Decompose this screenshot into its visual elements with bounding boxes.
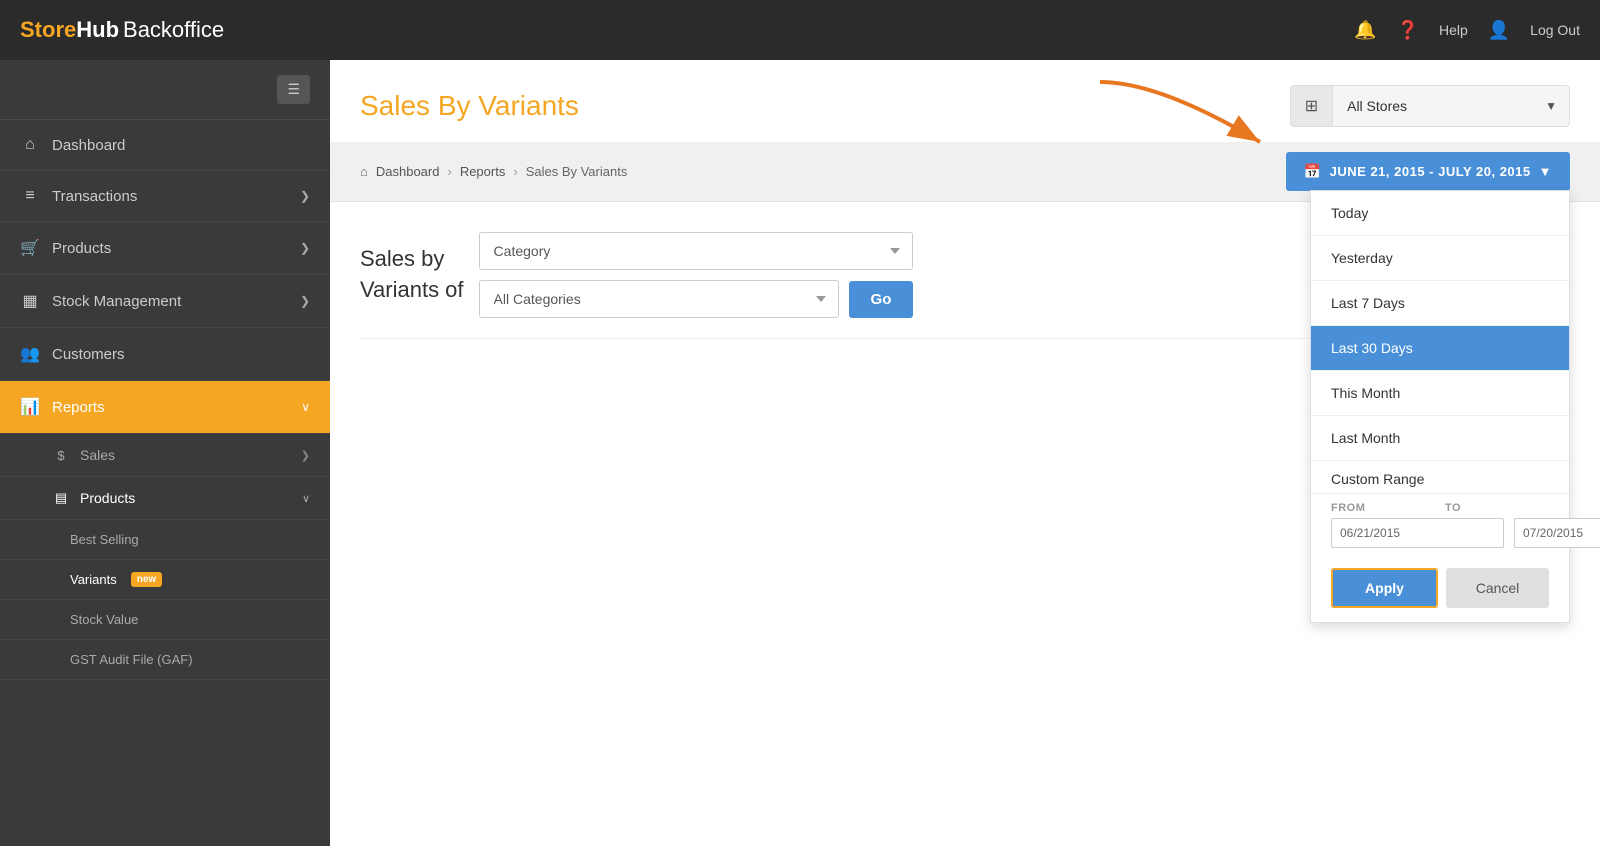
store-icon: ⊞	[1291, 86, 1333, 126]
stockvalue-label: Stock Value	[70, 612, 138, 627]
chevron-right-icon: ❯	[300, 241, 310, 255]
top-nav: StoreHub Backoffice 🔔 ❓ Help 👤 Log Out	[0, 0, 1600, 60]
date-to-input[interactable]	[1514, 518, 1600, 548]
breadcrumb-home-icon: ⌂	[360, 164, 368, 179]
from-label: FROM	[1331, 502, 1435, 514]
page-title: Sales By Variants	[360, 90, 579, 122]
date-dropdown: Today Yesterday Last 7 Days Last 30 Days…	[1310, 190, 1570, 623]
sidebar-item-bestselling[interactable]: Best Selling	[0, 520, 330, 560]
breadcrumb-sep-1: ›	[447, 164, 451, 179]
user-icon: 👤	[1488, 20, 1510, 41]
all-categories-select[interactable]: All Categories Category 1 Category 2	[479, 280, 839, 318]
chevron-down-icon: ∨	[302, 492, 310, 505]
filter-label-line2: Variants of	[360, 275, 464, 306]
sidebar-toggle-button[interactable]: ☰	[277, 75, 310, 104]
notification-icon[interactable]: 🔔	[1354, 20, 1376, 41]
cancel-button[interactable]: Cancel	[1446, 568, 1549, 608]
date-labels: FROM TO	[1331, 502, 1549, 514]
date-range-label: JUNE 21, 2015 - JULY 20, 2015	[1330, 164, 1531, 179]
sidebar-item-sales[interactable]: $ Sales ❯	[0, 434, 330, 477]
sidebar-item-stock[interactable]: ▦ Stock Management ❯	[0, 275, 330, 328]
top-nav-right: 🔔 ❓ Help 👤 Log Out	[1354, 20, 1580, 41]
go-button[interactable]: Go	[849, 281, 914, 318]
brand-store: Store	[20, 17, 76, 43]
chevron-down-icon: ▼	[1533, 89, 1569, 123]
bestselling-label: Best Selling	[70, 532, 139, 547]
help-icon[interactable]: ❓	[1397, 20, 1419, 41]
sidebar: ☰ ⌂ Dashboard ≡ Transactions ❯ 🛒 Product…	[0, 60, 330, 846]
category-select[interactable]: Category Food & Beverage Electronics Clo…	[479, 232, 914, 270]
date-option-today[interactable]: Today	[1311, 191, 1569, 236]
sidebar-item-label: Reports	[52, 399, 289, 416]
sidebar-item-customers[interactable]: 👥 Customers	[0, 328, 330, 381]
date-option-last7[interactable]: Last 7 Days	[1311, 281, 1569, 326]
sidebar-item-variants[interactable]: Variants new	[0, 560, 330, 600]
home-icon: ⌂	[20, 136, 40, 154]
stock-icon: ▦	[20, 291, 40, 311]
sidebar-item-label: Customers	[52, 346, 310, 363]
dollar-icon: $	[52, 448, 70, 463]
chevron-right-icon: ❯	[301, 449, 310, 462]
filter-label-line1: Sales by	[360, 244, 464, 275]
sidebar-item-reports[interactable]: 📊 Reports ∨	[0, 381, 330, 434]
sidebar-item-products[interactable]: 🛒 Products ❯	[0, 222, 330, 275]
chevron-down-icon: ▼	[1539, 164, 1552, 179]
sidebar-item-transactions[interactable]: ≡ Transactions ❯	[0, 171, 330, 222]
brand-backoffice: Backoffice	[123, 17, 224, 43]
filter-label: Sales by Variants of	[360, 244, 464, 306]
main-layout: ☰ ⌂ Dashboard ≡ Transactions ❯ 🛒 Product…	[0, 60, 1600, 846]
brand: StoreHub Backoffice	[20, 17, 224, 43]
date-custom-fields	[1331, 518, 1549, 548]
doc-icon: ▤	[52, 490, 70, 506]
breadcrumb-sep-2: ›	[513, 164, 517, 179]
brand-hub: Hub	[76, 17, 119, 43]
new-badge: new	[131, 572, 162, 587]
chevron-down-icon: ∨	[301, 400, 310, 414]
sidebar-item-label: Dashboard	[52, 137, 310, 154]
calendar-icon: 📅	[1304, 163, 1322, 180]
content-area: Sales By Variants ⊞ All Stores Store 1 S…	[330, 60, 1600, 846]
date-option-yesterday[interactable]: Yesterday	[1311, 236, 1569, 281]
sidebar-subitem-label: Products	[80, 490, 135, 506]
date-picker-button[interactable]: 📅 JUNE 21, 2015 - JULY 20, 2015 ▼	[1286, 152, 1570, 191]
variants-label: Variants	[70, 572, 117, 587]
chevron-right-icon: ❯	[300, 189, 310, 203]
breadcrumb: ⌂ Dashboard › Reports › Sales By Variant…	[360, 164, 627, 179]
sidebar-item-gst[interactable]: GST Audit File (GAF)	[0, 640, 330, 680]
sidebar-item-label: Transactions	[52, 188, 288, 205]
date-option-last30[interactable]: Last 30 Days	[1311, 326, 1569, 371]
date-option-lastmonth[interactable]: Last Month	[1311, 416, 1569, 461]
sidebar-item-label: Stock Management	[52, 293, 288, 310]
logout-link[interactable]: Log Out	[1530, 22, 1580, 38]
date-custom-inputs: FROM TO	[1311, 494, 1569, 560]
sidebar-item-stockvalue[interactable]: Stock Value	[0, 600, 330, 640]
filter-selects: Category Food & Beverage Electronics Clo…	[479, 232, 914, 318]
sidebar-item-dashboard[interactable]: ⌂ Dashboard	[0, 120, 330, 171]
sidebar-subitem-label: Sales	[80, 447, 115, 463]
gst-label: GST Audit File (GAF)	[70, 652, 193, 667]
sidebar-item-label: Products	[52, 240, 288, 257]
customers-icon: 👥	[20, 344, 40, 364]
transactions-icon: ≡	[20, 187, 40, 205]
sidebar-item-products-report[interactable]: ▤ Products ∨	[0, 477, 330, 520]
date-from-input[interactable]	[1331, 518, 1504, 548]
cart-icon: 🛒	[20, 238, 40, 258]
breadcrumb-reports[interactable]: Reports	[460, 164, 506, 179]
apply-button[interactable]: Apply	[1331, 568, 1438, 608]
date-option-thismonth[interactable]: This Month	[1311, 371, 1569, 416]
store-selector-dropdown[interactable]: All Stores Store 1 Store 2	[1333, 88, 1533, 124]
page-header: Sales By Variants ⊞ All Stores Store 1 S…	[330, 60, 1600, 142]
breadcrumb-bar: ⌂ Dashboard › Reports › Sales By Variant…	[330, 142, 1600, 202]
date-actions: Apply Cancel	[1311, 560, 1569, 622]
help-link[interactable]: Help	[1439, 22, 1468, 38]
date-option-custom[interactable]: Custom Range	[1311, 461, 1569, 494]
sidebar-toggle-area: ☰	[0, 60, 330, 120]
chevron-right-icon: ❯	[300, 294, 310, 308]
filter-row-2: All Categories Category 1 Category 2 Go	[479, 280, 914, 318]
to-label: TO	[1445, 502, 1549, 514]
breadcrumb-current: Sales By Variants	[526, 164, 628, 179]
store-selector[interactable]: ⊞ All Stores Store 1 Store 2 ▼	[1290, 85, 1570, 127]
reports-icon: 📊	[20, 397, 40, 417]
breadcrumb-dashboard[interactable]: Dashboard	[376, 164, 440, 179]
